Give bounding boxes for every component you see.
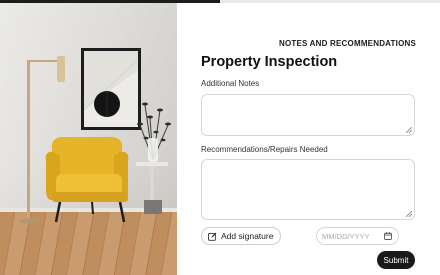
- edit-icon: [208, 232, 217, 241]
- resize-grip-icon[interactable]: [406, 211, 412, 217]
- date-input[interactable]: [322, 231, 384, 241]
- room-illustration: [19, 48, 171, 224]
- recommendations-textarea[interactable]: [201, 159, 415, 220]
- yellow-armchair: [45, 137, 129, 223]
- add-signature-button[interactable]: Add signature: [201, 227, 282, 245]
- calendar-icon[interactable]: [384, 232, 392, 240]
- submit-button[interactable]: Submit: [377, 251, 415, 269]
- notes-textarea[interactable]: [201, 94, 415, 136]
- form-title: Property Inspection: [201, 54, 338, 70]
- living-room-photo: [0, 0, 177, 275]
- progress-bar: [0, 0, 440, 3]
- framed-artwork: [81, 48, 141, 130]
- progress-fill: [0, 0, 220, 3]
- resize-grip-icon[interactable]: [406, 127, 412, 133]
- recommendations-label: Recommendations/Repairs Needed: [201, 145, 328, 154]
- date-field[interactable]: [316, 227, 399, 245]
- plant-vase: [137, 102, 171, 162]
- section-label: NOTES AND RECOMMENDATIONS: [279, 39, 416, 48]
- add-signature-label: Add signature: [221, 231, 274, 241]
- form-panel: NOTES AND RECOMMENDATIONS Property Inspe…: [177, 0, 440, 275]
- side-table: [136, 162, 168, 214]
- notes-label: Additional Notes: [201, 79, 260, 88]
